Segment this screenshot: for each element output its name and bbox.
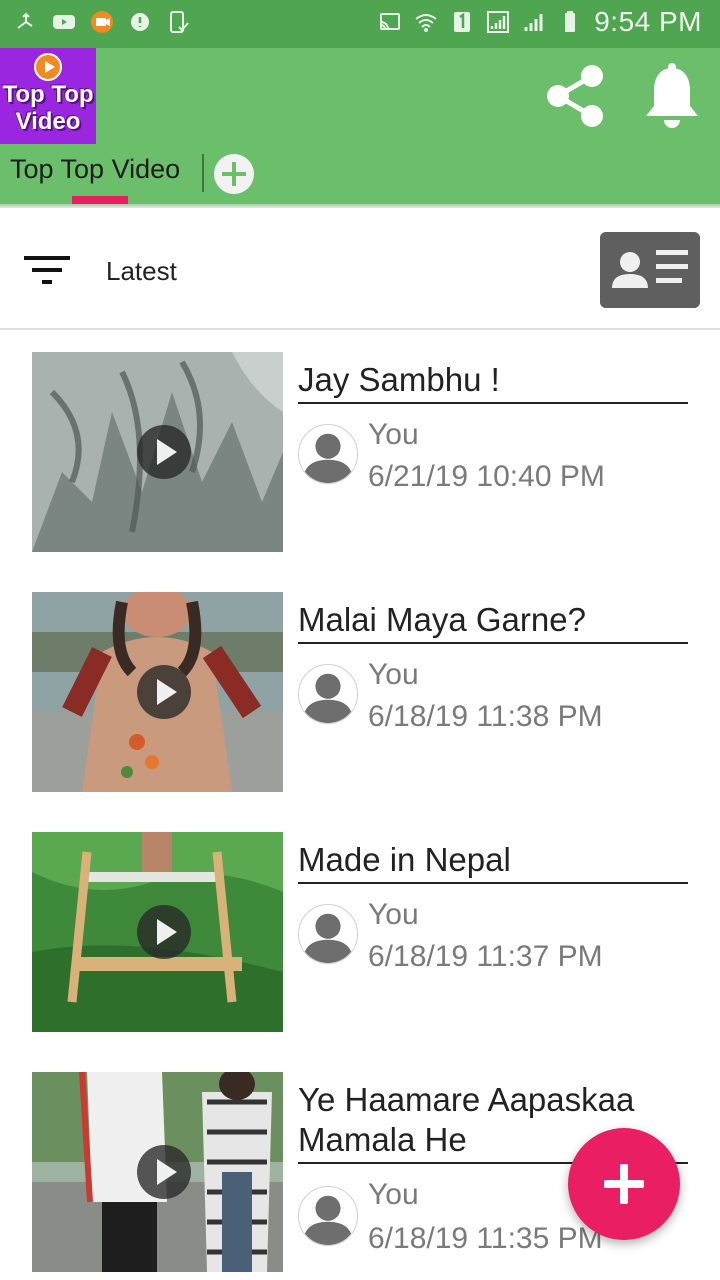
screenshot-icon [170,11,189,33]
status-bar: 9:54 PM [0,0,720,48]
video-list-item[interactable]: Jay Sambhu ! You 6/21/19 10:40 PM [0,332,720,572]
video-thumbnail[interactable] [32,352,283,552]
signal-icon [487,11,510,33]
status-left-icons [14,10,190,34]
youtube-icon [53,15,75,29]
video-date: 6/18/19 11:37 PM [368,940,603,973]
play-icon[interactable] [137,425,191,479]
sim-1-icon [454,12,471,32]
camera-app-icon [91,11,113,33]
play-icon[interactable] [137,905,191,959]
video-thumbnail[interactable] [32,832,283,1032]
play-icon[interactable] [137,1145,191,1199]
video-list-item[interactable]: Made in Nepal You 6/18/19 11:37 PM [0,812,720,1052]
avatar-icon [298,424,358,484]
status-right-icons: 9:54 PM [378,6,702,38]
video-date: 6/21/19 10:40 PM [368,460,605,493]
video-title[interactable]: Jay Sambhu ! [298,360,688,404]
battery-icon [565,11,576,32]
bell-icon[interactable] [636,60,708,132]
status-time: 9:54 PM [594,6,702,37]
video-thumbnail[interactable] [32,592,283,792]
video-author: You [368,658,419,691]
video-date: 6/18/19 11:38 PM [368,700,603,733]
app-toolbar: Top Top Video Top Top Video [0,48,720,208]
video-title[interactable]: Malai Maya Garne? [298,600,688,644]
app-logo[interactable]: Top Top Video [0,48,96,144]
video-title[interactable]: Made in Nepal [298,840,688,884]
logo-text-line2: Video [15,108,81,135]
avatar-icon [298,904,358,964]
avatar-icon [298,1186,358,1246]
avatar-icon [298,664,358,724]
sort-label[interactable]: Latest [106,256,177,287]
data-saver-icon [131,13,149,31]
add-tab-icon[interactable] [214,154,254,194]
share-icon[interactable] [540,60,612,132]
video-thumbnail[interactable] [32,1072,283,1272]
tab-top-top-video[interactable]: Top Top Video [10,154,180,185]
video-date: 6/18/19 11:35 PM [368,1222,603,1255]
logo-play-icon [34,53,62,81]
filter-icon[interactable] [24,254,72,288]
usb-debug-icon [17,12,33,29]
active-tab-indicator [72,196,128,204]
video-author: You [368,1178,419,1211]
wifi-icon [415,14,437,32]
video-author: You [368,898,419,931]
video-list-item[interactable]: Malai Maya Garne? You 6/18/19 11:38 PM [0,572,720,812]
cast-icon [380,13,401,30]
filter-bar: Latest [0,208,720,330]
video-author: You [368,418,419,451]
play-icon[interactable] [137,665,191,719]
signal-2-icon [524,14,543,31]
tab-divider [202,154,204,192]
add-video-fab[interactable] [568,1128,680,1240]
logo-text-line1: Top Top [2,81,94,108]
contact-card-icon[interactable] [600,232,700,308]
